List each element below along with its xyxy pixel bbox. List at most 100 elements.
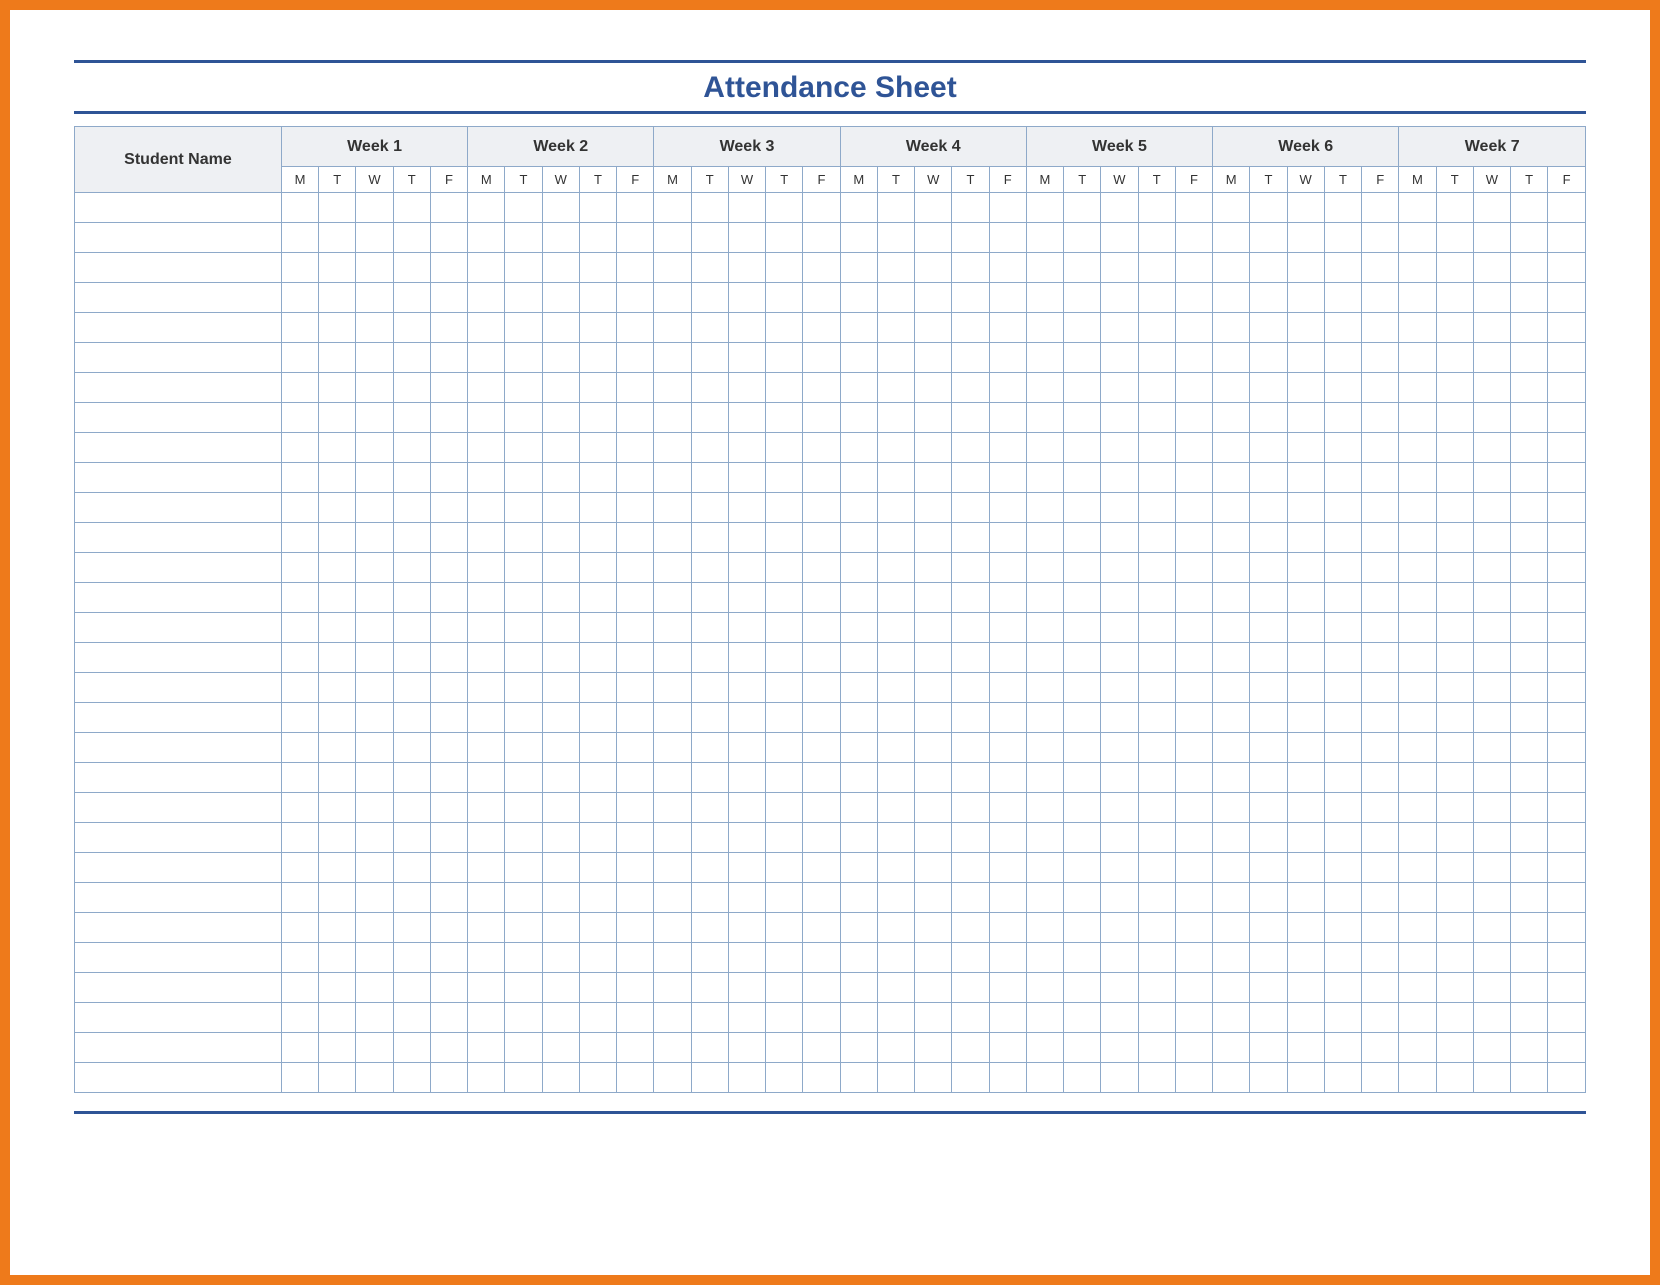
attendance-cell[interactable] — [319, 733, 356, 763]
attendance-cell[interactable] — [468, 703, 505, 733]
attendance-cell[interactable] — [1287, 883, 1324, 913]
attendance-cell[interactable] — [1026, 853, 1063, 883]
attendance-cell[interactable] — [840, 223, 877, 253]
attendance-cell[interactable] — [989, 973, 1026, 1003]
attendance-cell[interactable] — [952, 433, 989, 463]
attendance-cell[interactable] — [1362, 223, 1399, 253]
attendance-cell[interactable] — [393, 973, 430, 1003]
attendance-cell[interactable] — [915, 673, 952, 703]
attendance-cell[interactable] — [617, 703, 654, 733]
attendance-cell[interactable] — [281, 793, 318, 823]
attendance-cell[interactable] — [728, 853, 765, 883]
attendance-cell[interactable] — [430, 853, 467, 883]
attendance-cell[interactable] — [542, 1063, 579, 1093]
attendance-cell[interactable] — [579, 973, 616, 1003]
attendance-cell[interactable] — [542, 493, 579, 523]
attendance-cell[interactable] — [1399, 403, 1436, 433]
attendance-cell[interactable] — [1026, 193, 1063, 223]
attendance-cell[interactable] — [728, 613, 765, 643]
attendance-cell[interactable] — [766, 973, 803, 1003]
attendance-cell[interactable] — [1324, 823, 1361, 853]
attendance-cell[interactable] — [1362, 883, 1399, 913]
attendance-cell[interactable] — [393, 253, 430, 283]
attendance-cell[interactable] — [877, 973, 914, 1003]
attendance-cell[interactable] — [1511, 973, 1548, 1003]
student-name-cell[interactable] — [75, 493, 282, 523]
attendance-cell[interactable] — [989, 943, 1026, 973]
attendance-cell[interactable] — [1287, 673, 1324, 703]
attendance-cell[interactable] — [356, 193, 393, 223]
attendance-cell[interactable] — [1436, 703, 1473, 733]
attendance-cell[interactable] — [952, 223, 989, 253]
attendance-cell[interactable] — [803, 1063, 840, 1093]
attendance-cell[interactable] — [877, 643, 914, 673]
attendance-cell[interactable] — [281, 973, 318, 1003]
attendance-cell[interactable] — [1213, 733, 1250, 763]
attendance-cell[interactable] — [1362, 703, 1399, 733]
attendance-cell[interactable] — [281, 583, 318, 613]
attendance-cell[interactable] — [1138, 913, 1175, 943]
attendance-cell[interactable] — [356, 643, 393, 673]
attendance-cell[interactable] — [654, 613, 691, 643]
attendance-cell[interactable] — [356, 313, 393, 343]
attendance-cell[interactable] — [989, 883, 1026, 913]
attendance-cell[interactable] — [766, 763, 803, 793]
attendance-cell[interactable] — [468, 673, 505, 703]
attendance-cell[interactable] — [468, 343, 505, 373]
attendance-cell[interactable] — [654, 463, 691, 493]
attendance-cell[interactable] — [1175, 463, 1212, 493]
attendance-cell[interactable] — [1175, 883, 1212, 913]
attendance-cell[interactable] — [1213, 193, 1250, 223]
attendance-cell[interactable] — [1138, 343, 1175, 373]
attendance-cell[interactable] — [1436, 313, 1473, 343]
attendance-cell[interactable] — [1175, 673, 1212, 703]
attendance-cell[interactable] — [952, 463, 989, 493]
attendance-cell[interactable] — [1287, 313, 1324, 343]
attendance-cell[interactable] — [319, 463, 356, 493]
attendance-cell[interactable] — [617, 853, 654, 883]
attendance-cell[interactable] — [430, 673, 467, 703]
attendance-cell[interactable] — [840, 1003, 877, 1033]
attendance-cell[interactable] — [1250, 193, 1287, 223]
attendance-cell[interactable] — [579, 493, 616, 523]
attendance-cell[interactable] — [281, 523, 318, 553]
attendance-cell[interactable] — [654, 883, 691, 913]
attendance-cell[interactable] — [468, 853, 505, 883]
attendance-cell[interactable] — [1213, 253, 1250, 283]
attendance-cell[interactable] — [319, 283, 356, 313]
attendance-cell[interactable] — [542, 523, 579, 553]
attendance-cell[interactable] — [468, 283, 505, 313]
attendance-cell[interactable] — [803, 673, 840, 703]
attendance-cell[interactable] — [1101, 193, 1138, 223]
attendance-cell[interactable] — [728, 583, 765, 613]
attendance-cell[interactable] — [1138, 583, 1175, 613]
attendance-cell[interactable] — [877, 763, 914, 793]
attendance-cell[interactable] — [1473, 493, 1510, 523]
attendance-cell[interactable] — [281, 763, 318, 793]
attendance-cell[interactable] — [989, 463, 1026, 493]
attendance-cell[interactable] — [1250, 703, 1287, 733]
attendance-cell[interactable] — [1138, 763, 1175, 793]
attendance-cell[interactable] — [1473, 673, 1510, 703]
attendance-cell[interactable] — [654, 553, 691, 583]
attendance-cell[interactable] — [430, 283, 467, 313]
attendance-cell[interactable] — [1287, 703, 1324, 733]
attendance-cell[interactable] — [989, 673, 1026, 703]
attendance-cell[interactable] — [542, 463, 579, 493]
attendance-cell[interactable] — [356, 793, 393, 823]
attendance-cell[interactable] — [803, 433, 840, 463]
attendance-cell[interactable] — [915, 913, 952, 943]
attendance-cell[interactable] — [356, 943, 393, 973]
attendance-cell[interactable] — [691, 913, 728, 943]
attendance-cell[interactable] — [952, 313, 989, 343]
attendance-cell[interactable] — [1399, 463, 1436, 493]
attendance-cell[interactable] — [691, 1063, 728, 1093]
attendance-cell[interactable] — [319, 943, 356, 973]
attendance-cell[interactable] — [579, 613, 616, 643]
student-name-cell[interactable] — [75, 313, 282, 343]
attendance-cell[interactable] — [1250, 943, 1287, 973]
attendance-cell[interactable] — [728, 973, 765, 1003]
attendance-cell[interactable] — [617, 433, 654, 463]
attendance-cell[interactable] — [1511, 193, 1548, 223]
attendance-cell[interactable] — [803, 193, 840, 223]
